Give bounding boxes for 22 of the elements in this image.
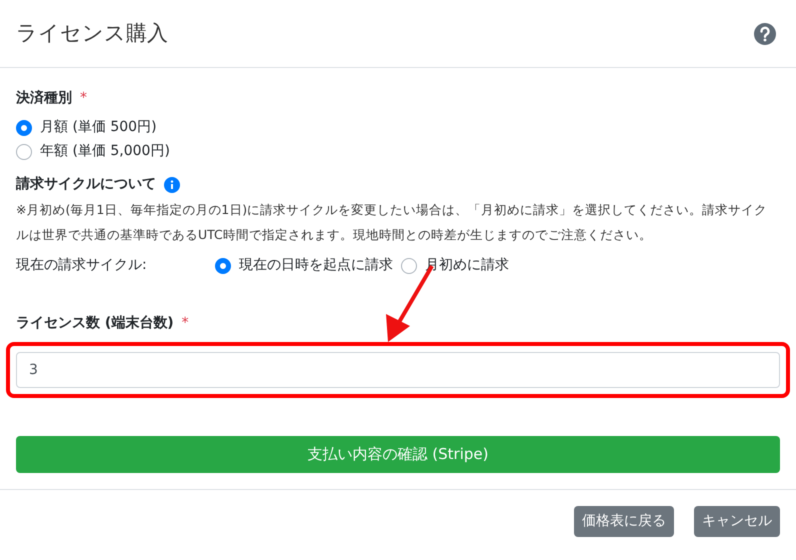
radio-button[interactable]	[16, 120, 32, 136]
radio-label: 月額 (単価 500円)	[40, 118, 157, 137]
section-heading: 請求サイクルについて	[16, 175, 156, 194]
field-label: 現在の請求サイクル:	[16, 256, 148, 275]
field-label: 決済種別	[16, 89, 72, 108]
license-count-field[interactable]: 3	[16, 352, 780, 388]
confirm-button[interactable]: 支払い内容の確認 (Stripe)	[16, 436, 780, 473]
footer-button[interactable]: 価格表に戻る	[574, 506, 674, 537]
dialog-title: ライセンス購入	[16, 20, 168, 47]
note-text: ※月初め(毎月1日、毎年指定の月の1日)に請求サイクルを変更したい場合は、「月初めに請求」を選択してください。請求サイクルは世界で共通の基準時であるUTC時間で指定されます。現地時間との時差が生じますのでご注意ください。	[16, 201, 768, 244]
radio-label: 月初めに請求	[425, 256, 509, 275]
radio-label: 年額 (単価 5,000円)	[40, 142, 170, 161]
required-mark: *	[80, 89, 87, 108]
help-icon[interactable]	[754, 22, 776, 44]
required-mark: *	[182, 314, 189, 333]
radio-button[interactable]	[16, 144, 32, 160]
radio-button[interactable]	[401, 258, 417, 274]
radio-button[interactable]	[215, 258, 231, 274]
info-icon[interactable]	[164, 176, 180, 192]
footer-button[interactable]: キャンセル	[694, 506, 780, 537]
radio-label: 現在の日時を起点に請求	[239, 256, 393, 275]
field-label: ライセンス数 (端末台数)	[16, 314, 174, 333]
